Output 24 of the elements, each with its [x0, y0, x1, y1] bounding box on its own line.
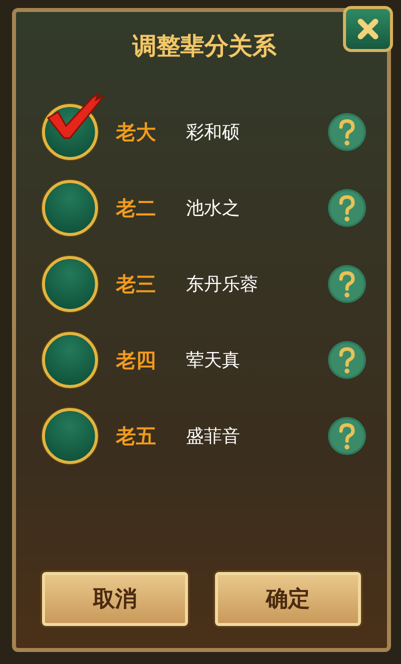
player-name: 彩和硕	[186, 121, 241, 144]
player-name: 荤天真	[186, 349, 241, 372]
rank-label: 老四	[116, 346, 157, 374]
radio-button[interactable]	[42, 332, 98, 388]
check-icon	[46, 92, 106, 142]
help-icon[interactable]	[327, 264, 367, 304]
rank-label: 老三	[116, 270, 157, 298]
player-name: 东丹乐蓉	[186, 273, 259, 296]
player-name: 池水之	[186, 197, 241, 220]
dialog-button[interactable]: 确定	[215, 572, 361, 626]
radio-button[interactable]	[42, 408, 98, 464]
rank-label: 老大	[116, 118, 157, 146]
rank-label: 老二	[116, 194, 157, 222]
help-icon[interactable]	[327, 340, 367, 380]
help-icon[interactable]	[327, 188, 367, 228]
help-icon[interactable]	[327, 112, 367, 152]
radio-button[interactable]	[42, 256, 98, 312]
help-icon[interactable]	[327, 416, 367, 456]
dialog-title: 调整辈分关系	[132, 31, 276, 62]
close-button[interactable]	[343, 6, 393, 52]
rank-label: 老五	[116, 422, 157, 450]
player-name: 盛菲音	[186, 425, 241, 448]
dialog-button[interactable]: 取消	[42, 572, 188, 626]
radio-button[interactable]	[42, 180, 98, 236]
